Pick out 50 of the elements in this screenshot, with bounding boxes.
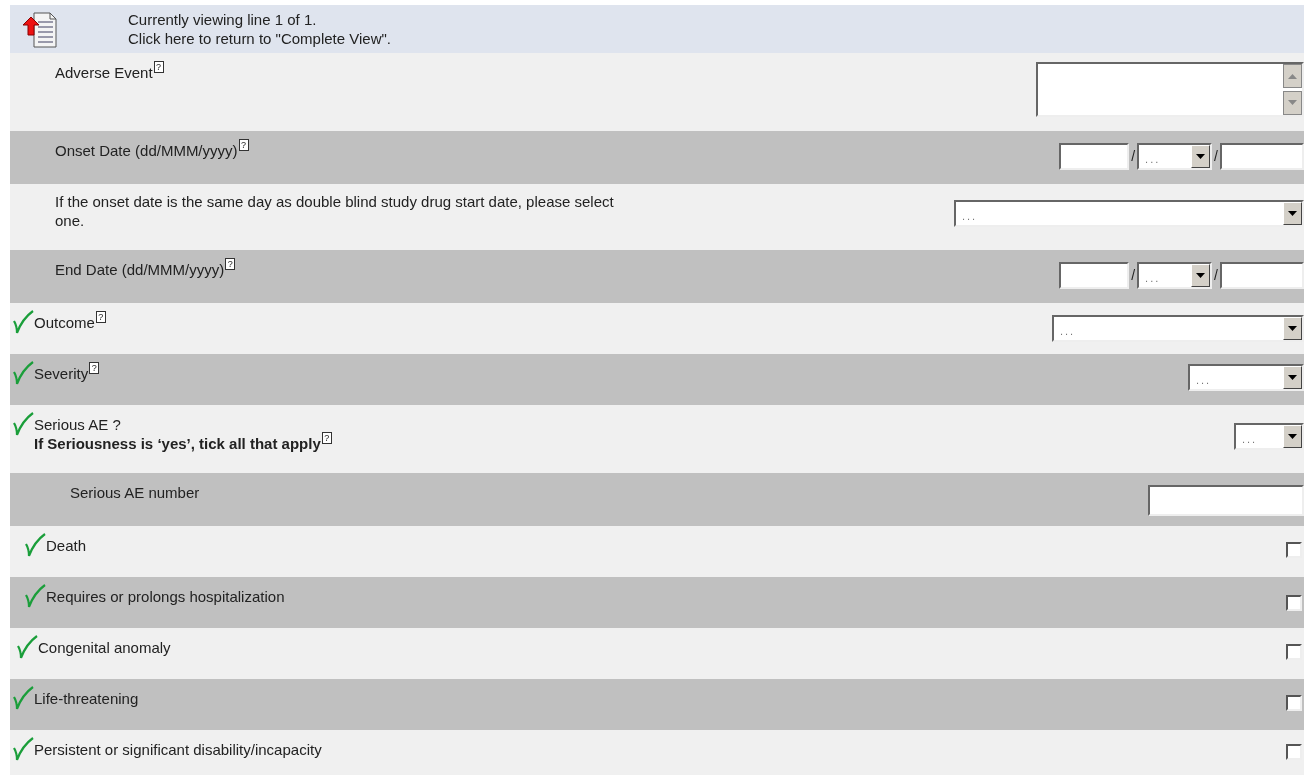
date-separator: /	[1130, 147, 1137, 166]
help-icon[interactable]: ?	[95, 311, 106, 323]
dropdown-arrow-icon	[1288, 211, 1297, 216]
help-icon[interactable]: ?	[238, 139, 249, 151]
field-label: If the onset date is the same day as double blind study drug start date, please select one.	[55, 192, 615, 230]
field-label: Severity	[34, 365, 89, 382]
field-label: End Date (dd/MMM/yyyy)	[55, 261, 225, 278]
field-label: Death	[46, 537, 87, 554]
checkbox[interactable]	[1286, 644, 1302, 660]
checkbox[interactable]	[1286, 744, 1302, 760]
dropdown-arrow-icon	[1196, 273, 1206, 278]
checkbox[interactable]	[1286, 695, 1302, 711]
field-label: Serious AE ?	[34, 416, 121, 433]
month-dropdown[interactable]: ...	[1137, 143, 1213, 170]
field-label: Outcome	[34, 314, 95, 331]
help-icon[interactable]: ?	[321, 432, 332, 444]
day-field[interactable]	[1059, 262, 1130, 289]
field-note: If Seriousness is ‘yes’, tick all that apply	[34, 435, 321, 452]
dropdown[interactable]: ...	[1188, 364, 1304, 391]
field-label: Onset Date (dd/MMM/yyyy)	[55, 142, 238, 159]
dropdown[interactable]: ...	[1052, 315, 1304, 342]
field-label: Adverse Event	[55, 64, 153, 81]
checkbox[interactable]	[1286, 542, 1302, 558]
dropdown-arrow-icon	[1288, 434, 1297, 439]
dropdown[interactable]: ...	[954, 200, 1304, 227]
month-dropdown[interactable]: ...	[1137, 262, 1213, 289]
field-label: Life-threatening	[34, 690, 139, 707]
year-field[interactable]	[1220, 143, 1304, 170]
dropdown-arrow-icon	[1288, 326, 1297, 331]
scrollbar-arrows-icon[interactable]	[1283, 64, 1302, 115]
year-field[interactable]	[1220, 262, 1304, 289]
dropdown-arrow-icon	[1196, 154, 1206, 159]
date-separator: /	[1213, 147, 1219, 166]
help-icon[interactable]: ?	[225, 258, 236, 270]
return-link[interactable]: Click here to return to "Complete View".	[128, 29, 391, 48]
help-icon[interactable]: ?	[153, 61, 164, 73]
field-label: Serious AE number	[70, 484, 200, 501]
day-field[interactable]	[1059, 143, 1130, 170]
text-area[interactable]	[1036, 62, 1304, 117]
field-label: Requires or prolongs hospitalization	[46, 588, 285, 605]
date-separator: /	[1130, 266, 1137, 285]
date-separator: /	[1213, 266, 1219, 285]
dropdown-arrow-icon	[1288, 375, 1297, 380]
checkbox[interactable]	[1286, 595, 1302, 611]
field-label: Persistent or significant disability/incapacity	[34, 741, 322, 758]
text-field[interactable]	[1148, 485, 1304, 516]
status-text: Currently viewing line 1 of 1.	[128, 10, 318, 29]
field-label: Congenital anomaly	[38, 639, 171, 656]
dropdown[interactable]: ...	[1234, 423, 1304, 450]
help-icon[interactable]: ?	[89, 362, 100, 374]
